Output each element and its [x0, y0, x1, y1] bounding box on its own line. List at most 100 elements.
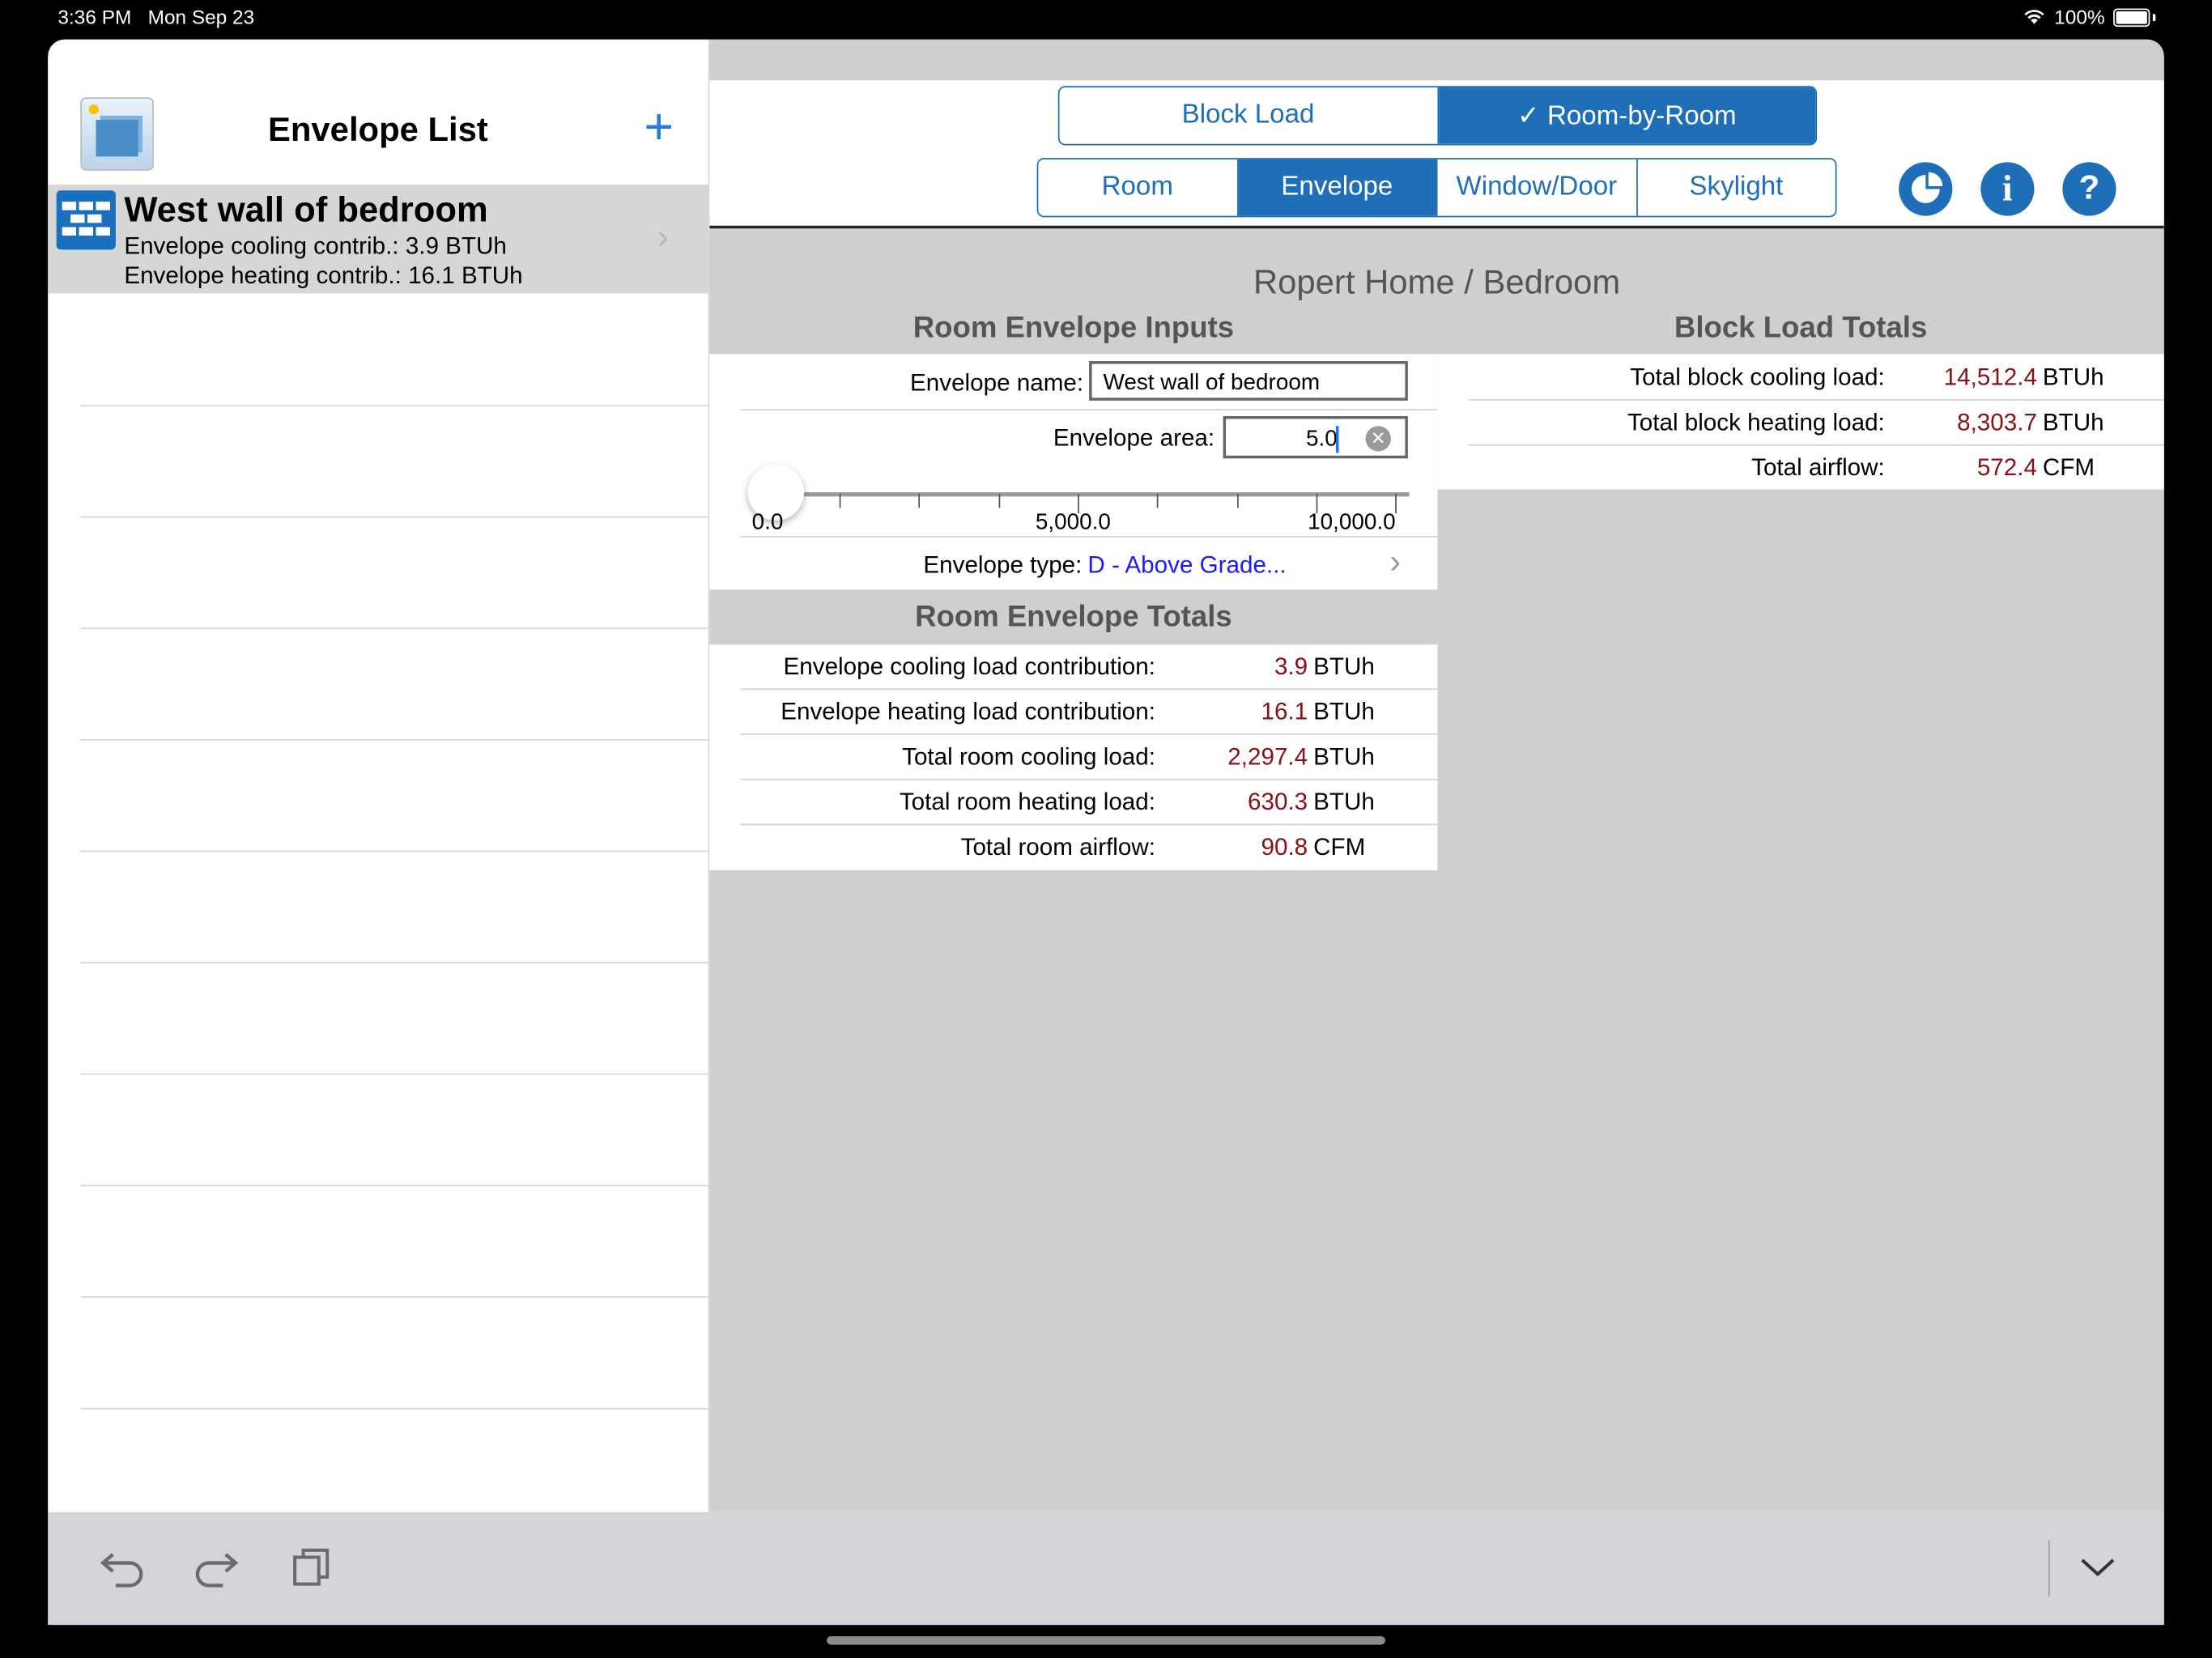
envelope-type-row[interactable]: Envelope type: D - Above Grade... › — [709, 538, 1437, 589]
slider-min-label: 0.0 — [751, 510, 784, 535]
block-total-value: 8,303.7 — [1957, 409, 2037, 436]
room-total-value: 90.8 — [1261, 833, 1308, 861]
divider — [740, 688, 1438, 691]
help-button[interactable]: ? — [2062, 162, 2116, 216]
room-total-label: Envelope cooling load contribution: — [783, 653, 1155, 680]
home-indicator — [827, 1636, 1385, 1645]
block-total-label: Total block cooling load: — [1630, 363, 1885, 391]
room-total-label: Total room heating load: — [899, 788, 1155, 816]
section-segmented-control: Room Envelope Window/Door Skylight — [1036, 158, 1837, 218]
envelope-name-input[interactable]: West wall of bedroom — [1089, 361, 1408, 401]
slider-mid-label: 5,000.0 — [1035, 510, 1111, 535]
slider-tick — [1156, 493, 1159, 508]
chevron-right-icon: › — [657, 219, 669, 257]
list-item-selected[interactable]: West wall of bedroom Envelope cooling co… — [48, 185, 708, 294]
tab-envelope[interactable]: Envelope — [1237, 159, 1438, 216]
tab-room-by-room[interactable]: ✓ Room-by-Room — [1438, 87, 1816, 144]
list-header: Envelope List + — [48, 39, 708, 186]
list-divider — [80, 1407, 708, 1409]
inputs-section-title: Room Envelope Inputs — [912, 312, 1235, 345]
list-item-cooling: Envelope cooling contrib.: 3.9 BTUh — [124, 232, 507, 260]
room-total-value: 630.3 — [1248, 788, 1308, 816]
list-divider — [80, 405, 708, 406]
divider — [740, 733, 1438, 735]
area-slider-track[interactable] — [774, 492, 1410, 497]
room-total-label: Total room cooling load: — [902, 743, 1155, 771]
chevron-right-icon: › — [1389, 542, 1402, 581]
envelope-list-panel: Envelope List + West wall of bedroom Env… — [48, 39, 710, 1512]
list-divider — [80, 1073, 708, 1075]
envelope-area-value: 5.0 — [1305, 427, 1338, 452]
redo-icon[interactable] — [192, 1546, 240, 1588]
status-bar: 3:36 PM Mon Sep 23 100% — [0, 0, 2212, 34]
divider — [740, 823, 1438, 826]
block-total-value: 572.4 — [1976, 454, 2037, 482]
list-divider — [80, 850, 708, 852]
paste-icon[interactable] — [291, 1546, 333, 1588]
divider — [1468, 444, 2164, 446]
divider — [1468, 399, 2164, 401]
block-totals-title: Block Load Totals — [1674, 312, 1928, 345]
clear-icon[interactable]: ✕ — [1365, 426, 1391, 452]
block-total-label: Total airflow: — [1751, 454, 1885, 482]
block-total-value: 14,512.4 — [1943, 363, 2037, 391]
envelope-name-label: Envelope name: — [910, 369, 1084, 397]
slider-tick — [998, 493, 1001, 508]
mode-segmented-control: Block Load ✓ Room-by-Room — [1057, 86, 1818, 146]
block-total-unit: BTUh — [2042, 409, 2104, 436]
divider — [740, 409, 1438, 411]
battery-nub — [2152, 13, 2156, 21]
undo-icon[interactable] — [99, 1546, 147, 1588]
slider-tick — [1237, 493, 1239, 508]
room-total-unit: BTUh — [1313, 698, 1375, 725]
slider-max-label: 10,000.0 — [1308, 510, 1396, 535]
divider — [740, 778, 1438, 780]
status-time-date: 3:36 PM Mon Sep 23 — [57, 6, 254, 28]
list-divider — [80, 1184, 708, 1187]
block-total-unit: BTUh — [2042, 363, 2104, 391]
list-item-heating: Envelope heating contrib.: 16.1 BTUh — [124, 262, 523, 290]
info-icon: i — [2002, 168, 2013, 209]
block-total-unit: CFM — [2042, 454, 2095, 482]
top-strip — [709, 39, 2164, 81]
pie-chart-icon — [1911, 172, 1943, 203]
wifi-icon — [2024, 10, 2044, 24]
tab-room[interactable]: Room — [1038, 159, 1238, 216]
tab-window-door[interactable]: Window/Door — [1437, 159, 1637, 216]
list-title: Envelope List — [267, 111, 488, 150]
room-total-label: Total room airflow: — [960, 833, 1155, 861]
keyboard-toolbar — [48, 1511, 2164, 1626]
status-time: 3:36 PM — [57, 5, 132, 28]
wall-icon — [56, 190, 116, 250]
breadcrumb: Ropert Home / Bedroom — [1253, 263, 1621, 302]
room-total-unit: BTUh — [1313, 788, 1375, 816]
room-total-value: 2,297.4 — [1227, 743, 1308, 771]
pie-chart-button[interactable] — [1899, 162, 1953, 216]
info-button[interactable]: i — [1980, 162, 2035, 216]
add-envelope-button[interactable]: + — [638, 101, 680, 152]
slider-tick — [839, 493, 841, 508]
dismiss-keyboard-icon[interactable] — [2079, 1554, 2116, 1579]
tab-block-load[interactable]: Block Load — [1060, 87, 1439, 144]
room-totals-title: Room Envelope Totals — [915, 601, 1232, 634]
status-date: Mon Sep 23 — [147, 5, 255, 28]
room-total-unit: BTUh — [1313, 653, 1375, 680]
room-total-value: 16.1 — [1261, 698, 1308, 725]
list-divider — [80, 627, 708, 630]
list-divider — [80, 516, 708, 518]
envelope-area-label: Envelope area: — [1053, 424, 1215, 452]
app-window: Envelope List + West wall of bedroom Env… — [48, 39, 2164, 1626]
text-cursor — [1336, 426, 1339, 453]
tab-skylight[interactable]: Skylight — [1637, 159, 1836, 216]
toolbar-divider — [2048, 1540, 2050, 1597]
list-item-title: West wall of bedroom — [124, 190, 488, 231]
envelope-area-input[interactable]: 5.0 ✕ — [1223, 415, 1408, 459]
list-divider — [80, 1296, 708, 1298]
room-total-unit: CFM — [1313, 833, 1366, 861]
list-divider — [80, 962, 708, 964]
room-total-label: Envelope heating load contribution: — [781, 698, 1155, 725]
envelope-type-label: Envelope type: — [923, 551, 1083, 579]
room-total-unit: BTUh — [1313, 743, 1375, 771]
list-divider — [80, 738, 708, 741]
room-total-value: 3.9 — [1274, 653, 1308, 680]
